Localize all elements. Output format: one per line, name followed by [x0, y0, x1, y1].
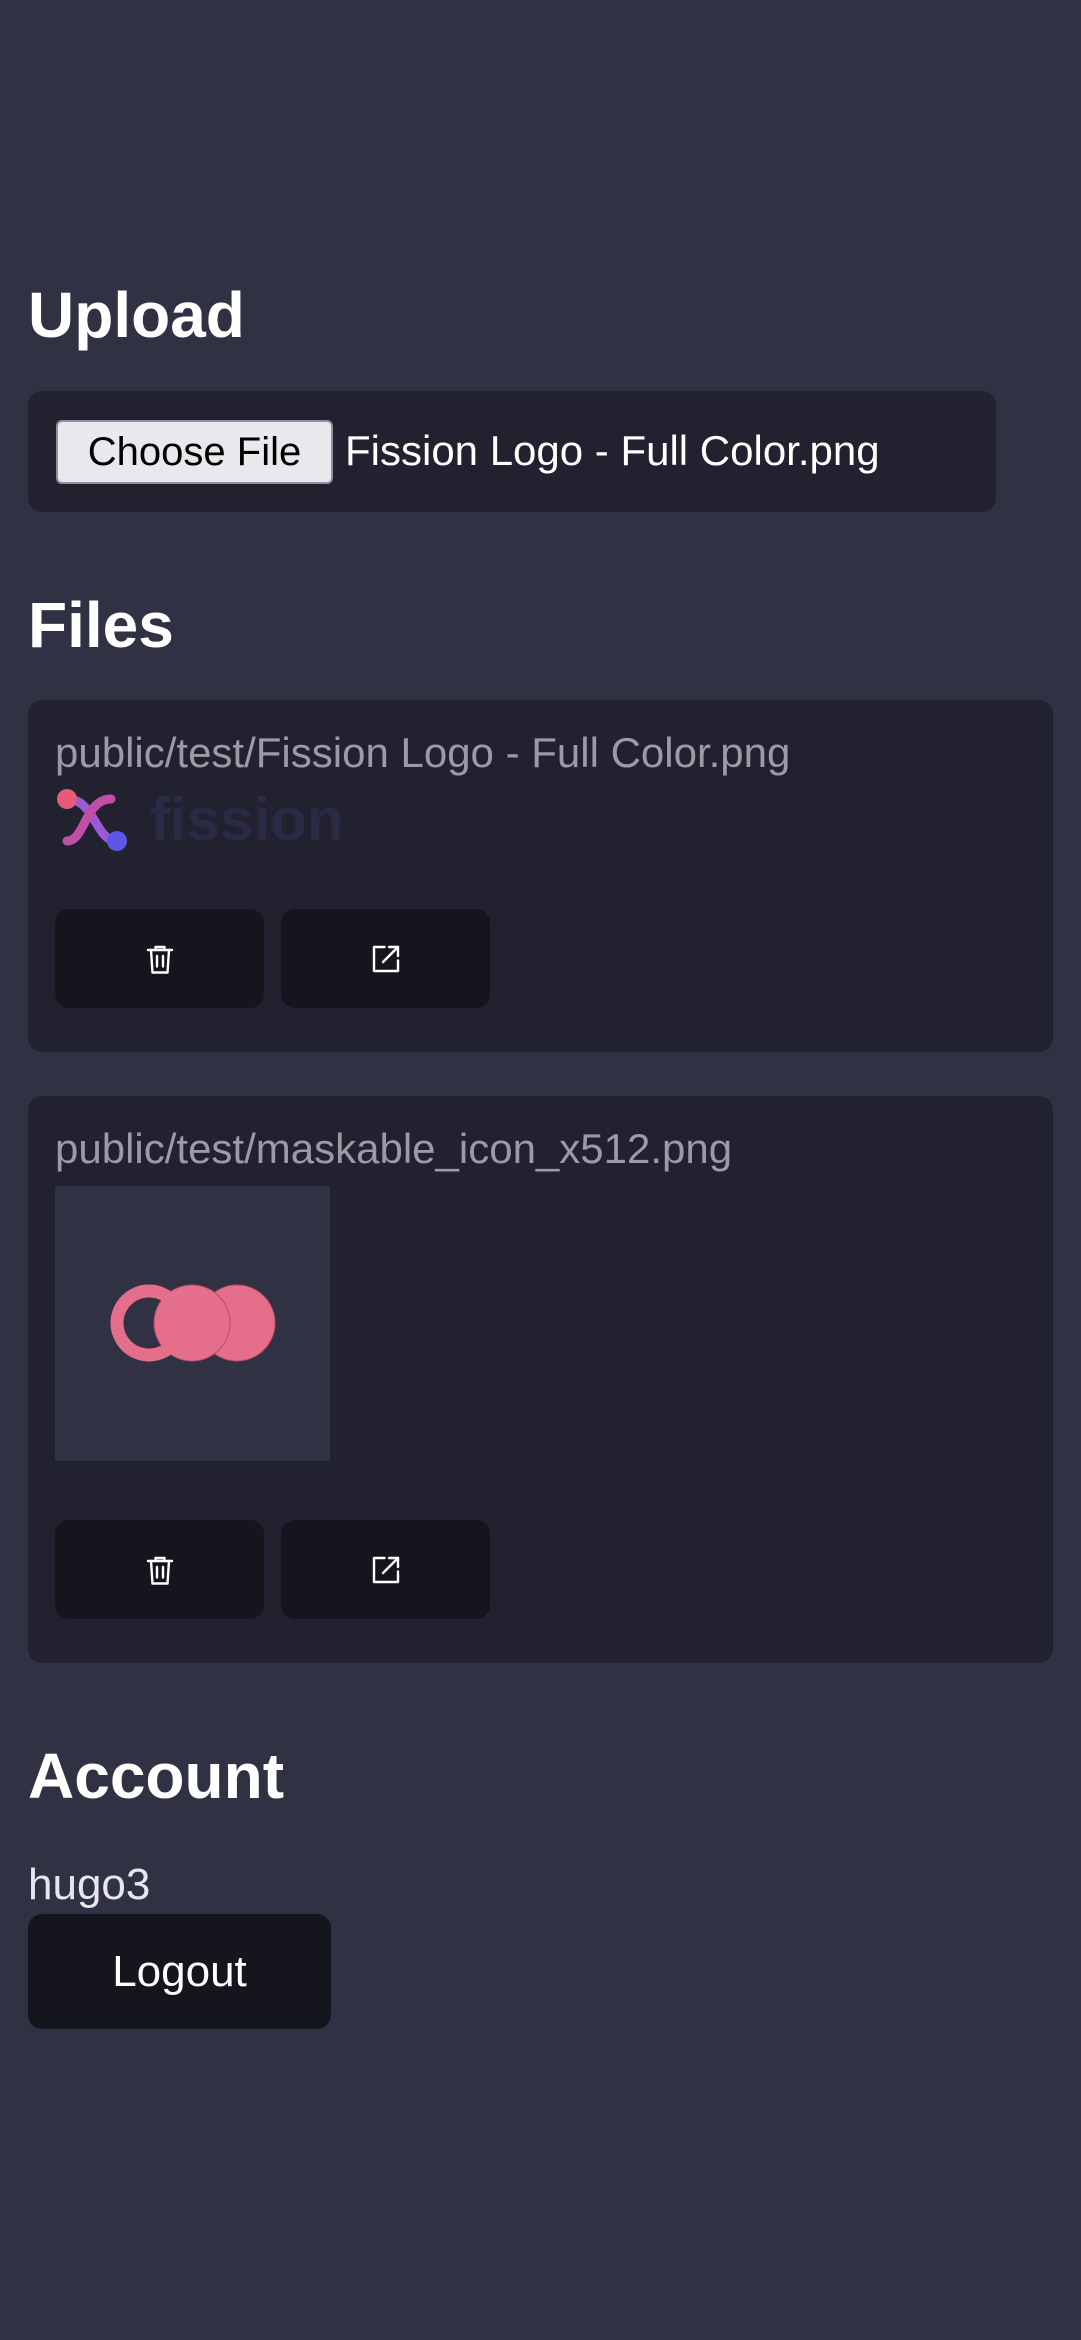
files-heading: Files	[28, 589, 174, 661]
file-path: public/test/maskable_icon_x512.png	[55, 1125, 733, 1172]
open-file-button[interactable]	[281, 909, 490, 1008]
account-username: hugo3	[28, 1860, 151, 1909]
trash-icon	[146, 1556, 173, 1585]
selected-file-name: Fission Logo - Full Color.png	[345, 427, 880, 474]
external-link-icon	[372, 1556, 399, 1583]
maskable-icon-image	[110, 1284, 276, 1362]
delete-file-button[interactable]	[55, 1520, 264, 1619]
file-card: public/test/maskable_icon_x512.png	[28, 1096, 1053, 1663]
file-card: public/test/Fission Logo - Full Color.pn…	[28, 700, 1053, 1052]
page: Upload Choose File Fission Logo - Full C…	[0, 0, 1081, 2340]
file-preview-image[interactable]: fission	[55, 785, 355, 855]
account-heading: Account	[28, 1740, 284, 1812]
upload-heading: Upload	[28, 279, 245, 351]
fission-logo-icon	[57, 789, 127, 851]
choose-file-button[interactable]: Choose File	[56, 420, 333, 484]
delete-file-button[interactable]	[55, 909, 264, 1008]
file-path: public/test/Fission Logo - Full Color.pn…	[55, 729, 791, 776]
open-file-button[interactable]	[281, 1520, 490, 1619]
fission-logo-text: fission	[150, 786, 344, 853]
external-link-icon	[372, 945, 399, 972]
upload-box: Choose File Fission Logo - Full Color.pn…	[28, 391, 996, 512]
logout-button[interactable]: Logout	[28, 1914, 331, 2029]
file-preview-image[interactable]	[55, 1186, 330, 1461]
trash-icon	[146, 945, 173, 974]
